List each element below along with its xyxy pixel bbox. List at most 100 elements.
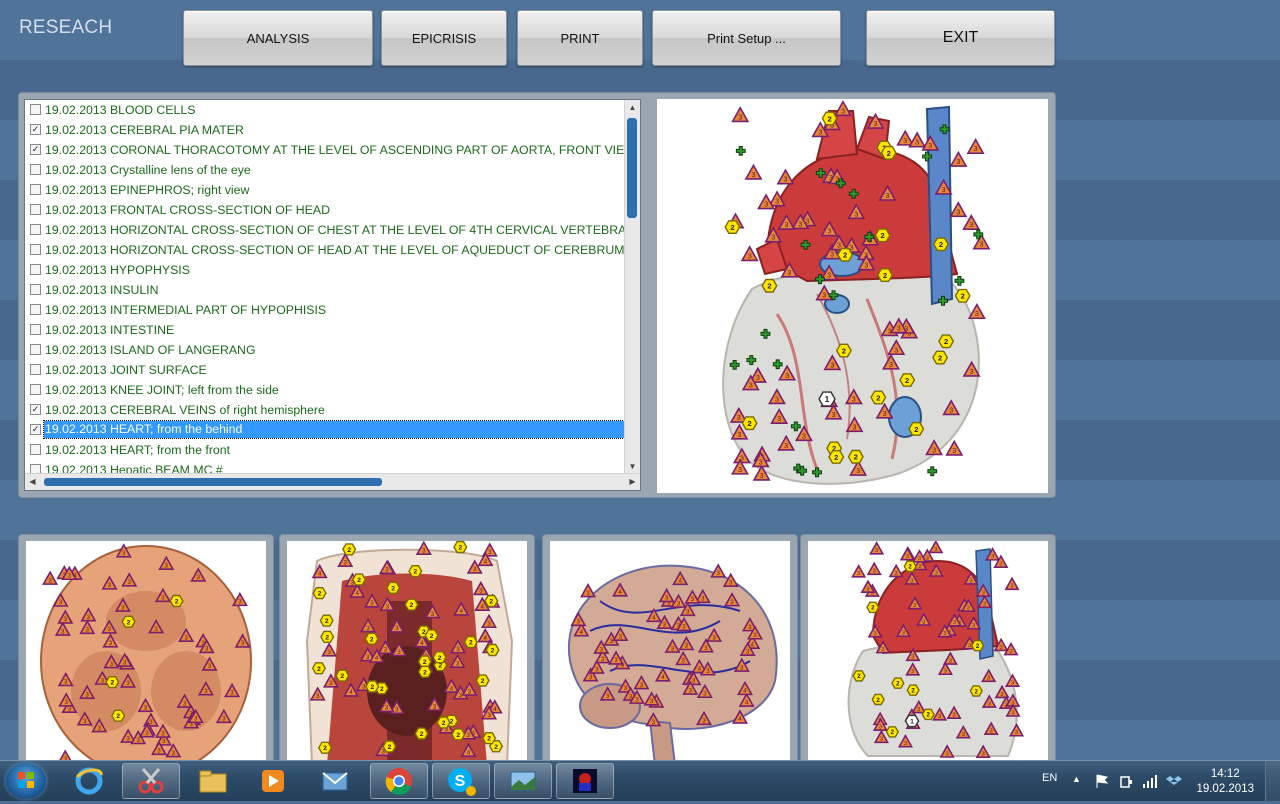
show-desktop-button[interactable] <box>1265 761 1280 801</box>
list-item[interactable]: 19.02.2013 EPINEPHROS; right view <box>25 180 626 199</box>
item-checkbox[interactable] <box>30 324 41 335</box>
list-item[interactable]: 19.02.2013 BLOOD CELLS <box>25 100 626 119</box>
marker-label: 3 <box>703 690 707 697</box>
item-checkbox[interactable]: ✓ <box>30 424 41 435</box>
language-indicator[interactable]: EN <box>1042 772 1057 784</box>
thumbnail-heart-back[interactable]: 3 3 3 3 3 3 3 3 3 3 3 3 3 3 3 3 3 3 3 3 3 3 3 3 3 3 3 3 3 3 3 3 3 3 3 3 3 3 3 3… <box>800 534 1056 764</box>
list-item[interactable]: 19.02.2013 HEART; from the front <box>25 440 626 459</box>
marker-label: 3 <box>818 127 822 136</box>
item-checkbox[interactable] <box>30 384 41 395</box>
show-hidden-icons-icon[interactable]: ▲ <box>1072 774 1081 784</box>
marker-label: 3 <box>64 679 68 686</box>
app-icon[interactable] <box>556 763 614 799</box>
marker-label: 3 <box>1015 730 1018 736</box>
item-checkbox[interactable] <box>30 104 41 115</box>
item-checkbox[interactable] <box>30 444 41 455</box>
print-setup-button[interactable]: Print Setup ... <box>652 10 841 66</box>
plus-marker[interactable] <box>954 275 965 286</box>
torso-section-image: 3334343334434333434333434333443334333333… <box>305 541 514 763</box>
scroll-right-icon[interactable]: ▶ <box>625 474 640 490</box>
snipping-tool-icon[interactable] <box>122 763 180 799</box>
item-checkbox[interactable] <box>30 204 41 215</box>
list-item[interactable]: 19.02.2013 INSULIN <box>25 280 626 299</box>
list-item[interactable]: ✓ 19.02.2013 CEREBRAL PIA MATER <box>25 120 626 139</box>
list-item[interactable]: 19.02.2013 Crystalline lens of the eye <box>25 160 626 179</box>
marker-label: 3 <box>752 170 756 179</box>
list-item[interactable]: 19.02.2013 INTESTINE <box>25 320 626 339</box>
item-checkbox[interactable] <box>30 244 41 255</box>
media-player-icon[interactable] <box>244 763 302 799</box>
item-checkbox[interactable]: ✓ <box>30 144 41 155</box>
scroll-left-icon[interactable]: ◀ <box>25 474 40 490</box>
marker-label: 3 <box>918 564 921 570</box>
marker-label: 3 <box>894 345 898 354</box>
skype-icon[interactable]: S <box>432 763 490 799</box>
analysis-button[interactable]: ANALYSIS <box>183 10 373 66</box>
list-item[interactable]: 19.02.2013 HYPOPHYSIS <box>25 260 626 279</box>
plus-marker[interactable] <box>735 145 746 156</box>
print-button[interactable]: PRINT <box>517 10 643 66</box>
scroll-down-icon[interactable]: ▼ <box>625 459 640 474</box>
photo-viewer-icon[interactable] <box>494 763 552 799</box>
list-item[interactable]: ✓ 19.02.2013 HEART; from the behind <box>25 420 626 439</box>
list-item[interactable]: 19.02.2013 HORIZONTAL CROSS-SECTION OF C… <box>25 220 626 239</box>
marker-label: 3 <box>852 422 856 431</box>
list-item[interactable]: 19.02.2013 KNEE JOINT; left from the sid… <box>25 380 626 399</box>
power-icon[interactable] <box>1118 773 1134 789</box>
list-item[interactable]: ✓ 19.02.2013 CEREBRAL VEINS of right hemi… <box>25 400 626 419</box>
item-checkbox[interactable]: ✓ <box>30 404 41 415</box>
item-checkbox[interactable] <box>30 304 41 315</box>
item-checkbox[interactable] <box>30 184 41 195</box>
thumbnail-brain-base[interactable]: 3333333333333333333333333333333333333333… <box>18 534 274 764</box>
item-checkbox[interactable] <box>30 224 41 235</box>
network-signal-icon[interactable] <box>1142 773 1158 789</box>
item-checkbox[interactable] <box>30 364 41 375</box>
file-explorer-icon[interactable] <box>184 763 242 799</box>
dropbox-icon[interactable] <box>1166 773 1182 789</box>
exit-button[interactable]: EXIT <box>866 10 1055 66</box>
horizontal-scroll-thumb[interactable] <box>44 478 382 486</box>
scroll-up-icon[interactable]: ▲ <box>625 100 640 115</box>
thumbnail-brain-veins[interactable]: 4333333333334433433443333433333433334333… <box>542 534 798 764</box>
marker-label: 2 <box>891 729 895 736</box>
marker-label: 3 <box>785 371 789 380</box>
marker-label: 2 <box>834 453 838 462</box>
main-organ-view[interactable]: 3333333333333333333333333333333333333333… <box>657 99 1048 493</box>
list-item[interactable]: 19.02.2013 FRONTAL CROSS-SECTION OF HEAD <box>25 200 626 219</box>
item-checkbox[interactable]: ✓ <box>30 124 41 135</box>
list-item[interactable]: ✓ 19.02.2013 CORONAL THORACOTOMY AT THE L… <box>25 140 626 159</box>
marker-label: 3 <box>431 611 435 618</box>
start-button[interactable] <box>6 763 46 799</box>
list-item[interactable]: 19.02.2013 Hepatic BEAM MC # <box>25 460 626 474</box>
item-checkbox[interactable] <box>30 284 41 295</box>
thumbnail-torso[interactable]: 3334343334434333434333434333443334333333… <box>279 534 535 764</box>
marker-label: 4 <box>450 685 454 692</box>
marker-label: 4 <box>420 640 424 647</box>
list-item-label: 19.02.2013 JOINT SURFACE <box>45 362 207 377</box>
list-item[interactable]: 19.02.2013 JOINT SURFACE <box>25 360 626 379</box>
horizontal-scrollbar[interactable]: ◀ ▶ <box>25 473 640 490</box>
system-clock[interactable]: 14:12 19.02.2013 <box>1196 767 1254 797</box>
list-item[interactable]: 19.02.2013 INTERMEDIAL PART OF HYPOPHISI… <box>25 300 626 319</box>
vertical-scroll-thumb[interactable] <box>627 118 637 218</box>
marker-label: 4 <box>698 666 702 673</box>
marker-label: 3 <box>864 261 868 270</box>
heart-back-thumb-image: 3 3 3 3 3 3 3 3 3 3 3 3 3 3 3 3 3 3 3 3 3 3 3 3 3 3 3 3 3 3 3 3 3 3 3 3 3 3 3 3… <box>847 541 1025 758</box>
research-list[interactable]: 19.02.2013 BLOOD CELLS ✓ 19.02.2013 CEREBR… <box>24 99 641 491</box>
item-checkbox[interactable] <box>30 344 41 355</box>
marker-label: 3 <box>194 716 198 723</box>
epicrisis-button[interactable]: EPICRISIS <box>381 10 507 66</box>
list-item[interactable]: 19.02.2013 ISLAND OF LANGERANG <box>25 340 626 359</box>
action-center-flag-icon[interactable] <box>1094 773 1110 789</box>
internet-explorer-icon[interactable] <box>60 763 118 799</box>
marker-label: 3 <box>595 666 599 673</box>
marker-label: 2 <box>410 602 414 609</box>
chrome-icon[interactable] <box>370 763 428 799</box>
item-checkbox[interactable] <box>30 264 41 275</box>
mail-icon[interactable] <box>306 763 364 799</box>
item-checkbox[interactable] <box>30 164 41 175</box>
plus-marker[interactable] <box>927 466 938 477</box>
vertical-scrollbar[interactable]: ▲ ▼ <box>624 100 640 474</box>
list-item[interactable]: 19.02.2013 HORIZONTAL CROSS-SECTION OF H… <box>25 240 626 259</box>
marker-label: 3 <box>784 220 788 229</box>
